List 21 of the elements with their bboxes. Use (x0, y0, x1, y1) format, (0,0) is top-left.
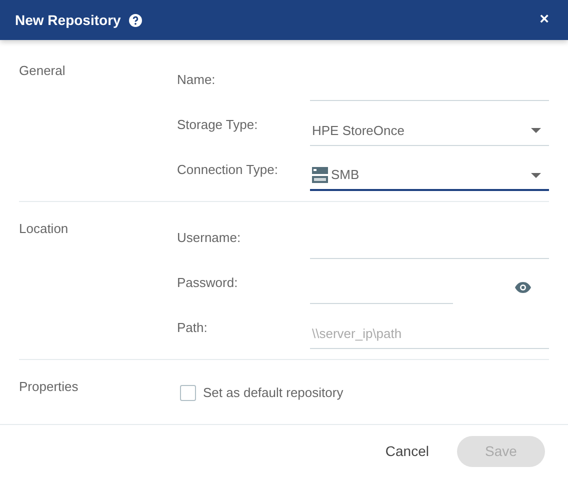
dropdown[interactable]: HPE StoreOnce (310, 116, 549, 146)
dialog-title: New Repository (15, 10, 121, 30)
field-label: Name: (177, 70, 216, 88)
checkbox[interactable] (180, 385, 196, 401)
field-label: Path: (177, 318, 208, 336)
caret-icon (531, 128, 541, 133)
close-button[interactable]: × (536, 12, 553, 28)
section-label: General (19, 62, 66, 80)
field-label: Username: (177, 228, 242, 246)
help-icon[interactable] (128, 14, 142, 26)
section-label: Location (19, 220, 70, 238)
checkbox-label: Set as default repository (203, 384, 344, 402)
input-field[interactable]: \\server_ip\path (310, 319, 549, 349)
eye-icon[interactable] (515, 282, 531, 293)
field-label: Password: (177, 274, 239, 292)
cancel-button[interactable]: Cancel (373, 434, 441, 468)
section-label: Properties (19, 378, 80, 396)
caret-icon (531, 172, 541, 178)
dropdown[interactable]: SMB (310, 161, 549, 191)
field-label: Connection Type: (177, 160, 279, 179)
field-label: Storage Type: (177, 116, 259, 134)
